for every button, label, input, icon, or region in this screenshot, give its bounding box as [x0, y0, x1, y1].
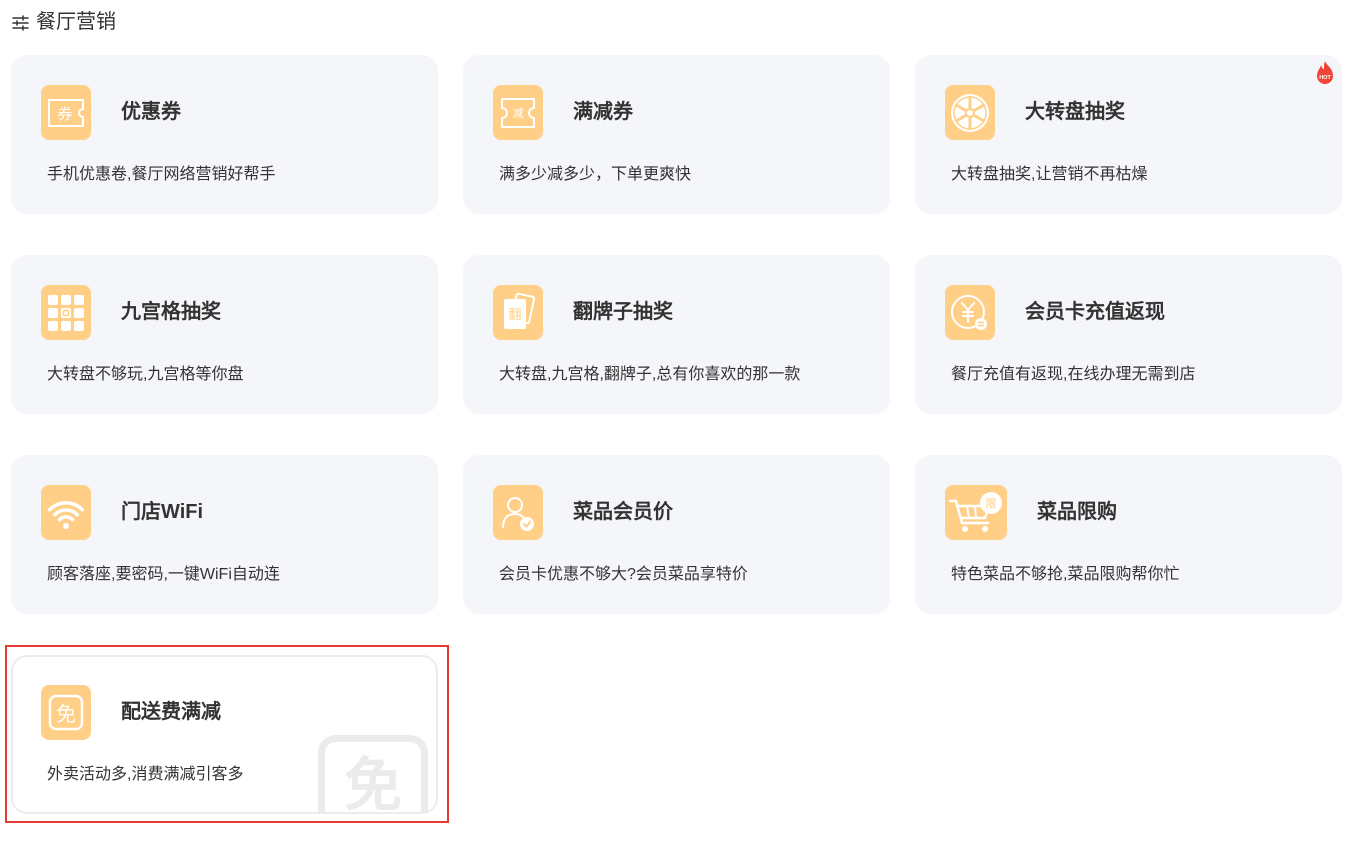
- cart-limit-icon-glyph: 限: [986, 497, 997, 510]
- card-title: 优惠券: [121, 101, 181, 123]
- wifi-icon: [41, 485, 91, 540]
- card-flip-card[interactable]: 翻 翻牌子抽奖 大转盘,九宫格,翻牌子,总有你喜欢的那一款: [463, 255, 890, 414]
- card-description: 满多少减多少，下单更爽快: [499, 166, 692, 183]
- card-description: 特色菜品不够抢,菜品限购帮你忙: [951, 566, 1180, 583]
- coupon-icon: 券: [41, 85, 91, 140]
- watermark-glyph: 免: [343, 751, 402, 814]
- card-delivery-fee-discount[interactable]: 免 配送费满减 外卖活动多,消费满减引客多 免: [11, 655, 438, 814]
- card-description: 会员卡优惠不够大?会员菜品享特价: [499, 566, 748, 583]
- discount-coupon-icon-glyph: 减: [513, 107, 524, 120]
- cart-limit-icon: 限: [945, 485, 1007, 540]
- free-delivery-icon: 免: [41, 685, 91, 740]
- card-description: 大转盘抽奖,让营销不再枯燥: [951, 166, 1148, 183]
- card-nine-grid[interactable]: 九宫格抽奖 大转盘不够玩,九宫格等你盘: [11, 255, 438, 414]
- card-title: 九宫格抽奖: [121, 301, 221, 323]
- card-title: 配送费满减: [121, 701, 221, 723]
- card-description: 手机优惠卷,餐厅网络营销好帮手: [47, 166, 276, 183]
- card-description: 顾客落座,要密码,一键WiFi自动连: [47, 566, 280, 583]
- section-header: 餐厅营销: [12, 10, 116, 34]
- free-delivery-watermark-icon: 免: [318, 735, 428, 814]
- card-store-wifi[interactable]: 门店WiFi 顾客落座,要密码,一键WiFi自动连: [11, 455, 438, 614]
- prize-wheel-icon: [945, 85, 995, 140]
- card-description: 大转盘,九宫格,翻牌子,总有你喜欢的那一款: [499, 366, 801, 383]
- card-title: 会员卡充值返现: [1025, 301, 1165, 323]
- hot-badge: HOT: [1314, 60, 1336, 86]
- free-delivery-icon-glyph: 免: [56, 702, 76, 726]
- card-description: 大转盘不够玩,九宫格等你盘: [47, 366, 244, 383]
- card-prize-wheel[interactable]: 大转盘抽奖 大转盘抽奖,让营销不再枯燥 HOT: [915, 55, 1342, 214]
- card-coupon[interactable]: 券 优惠券 手机优惠卷,餐厅网络营销好帮手: [11, 55, 438, 214]
- card-title: 翻牌子抽奖: [573, 301, 673, 323]
- card-description: 餐厅充值有返现,在线办理无需到店: [951, 366, 1196, 383]
- card-recharge-cashback[interactable]: 会员卡充值返现 餐厅充值有返现,在线办理无需到店: [915, 255, 1342, 414]
- card-title: 菜品会员价: [573, 501, 673, 523]
- card-title: 大转盘抽奖: [1025, 101, 1125, 123]
- hot-badge-label: HOT: [1319, 75, 1331, 81]
- card-discount-coupon[interactable]: 减 满减券 满多少减多少，下单更爽快: [463, 55, 890, 214]
- nine-grid-icon: [41, 285, 91, 340]
- flame-icon: HOT: [1317, 61, 1333, 84]
- flip-card-icon-glyph: 翻: [508, 308, 521, 323]
- card-title: 门店WiFi: [121, 501, 204, 523]
- recharge-cashback-icon: [945, 285, 995, 340]
- coupon-icon-glyph: 券: [57, 105, 72, 123]
- card-title: 满减券: [573, 101, 633, 123]
- flip-card-icon: 翻: [493, 285, 543, 340]
- card-description: 外卖活动多,消费满减引客多: [47, 766, 244, 783]
- marketing-tools-grid: 券 优惠券 手机优惠卷,餐厅网络营销好帮手 减 满减券 满多少减多少，下单更爽快: [11, 55, 1342, 814]
- discount-coupon-icon: 减: [493, 85, 543, 140]
- member-price-icon: [493, 485, 543, 540]
- page-title: 餐厅营销: [36, 11, 116, 33]
- card-member-price[interactable]: 菜品会员价 会员卡优惠不够大?会员菜品享特价: [463, 455, 890, 614]
- card-title: 菜品限购: [1037, 501, 1117, 523]
- sliders-icon: [12, 14, 29, 31]
- card-purchase-limit[interactable]: 限 菜品限购 特色菜品不够抢,菜品限购帮你忙: [915, 455, 1342, 614]
